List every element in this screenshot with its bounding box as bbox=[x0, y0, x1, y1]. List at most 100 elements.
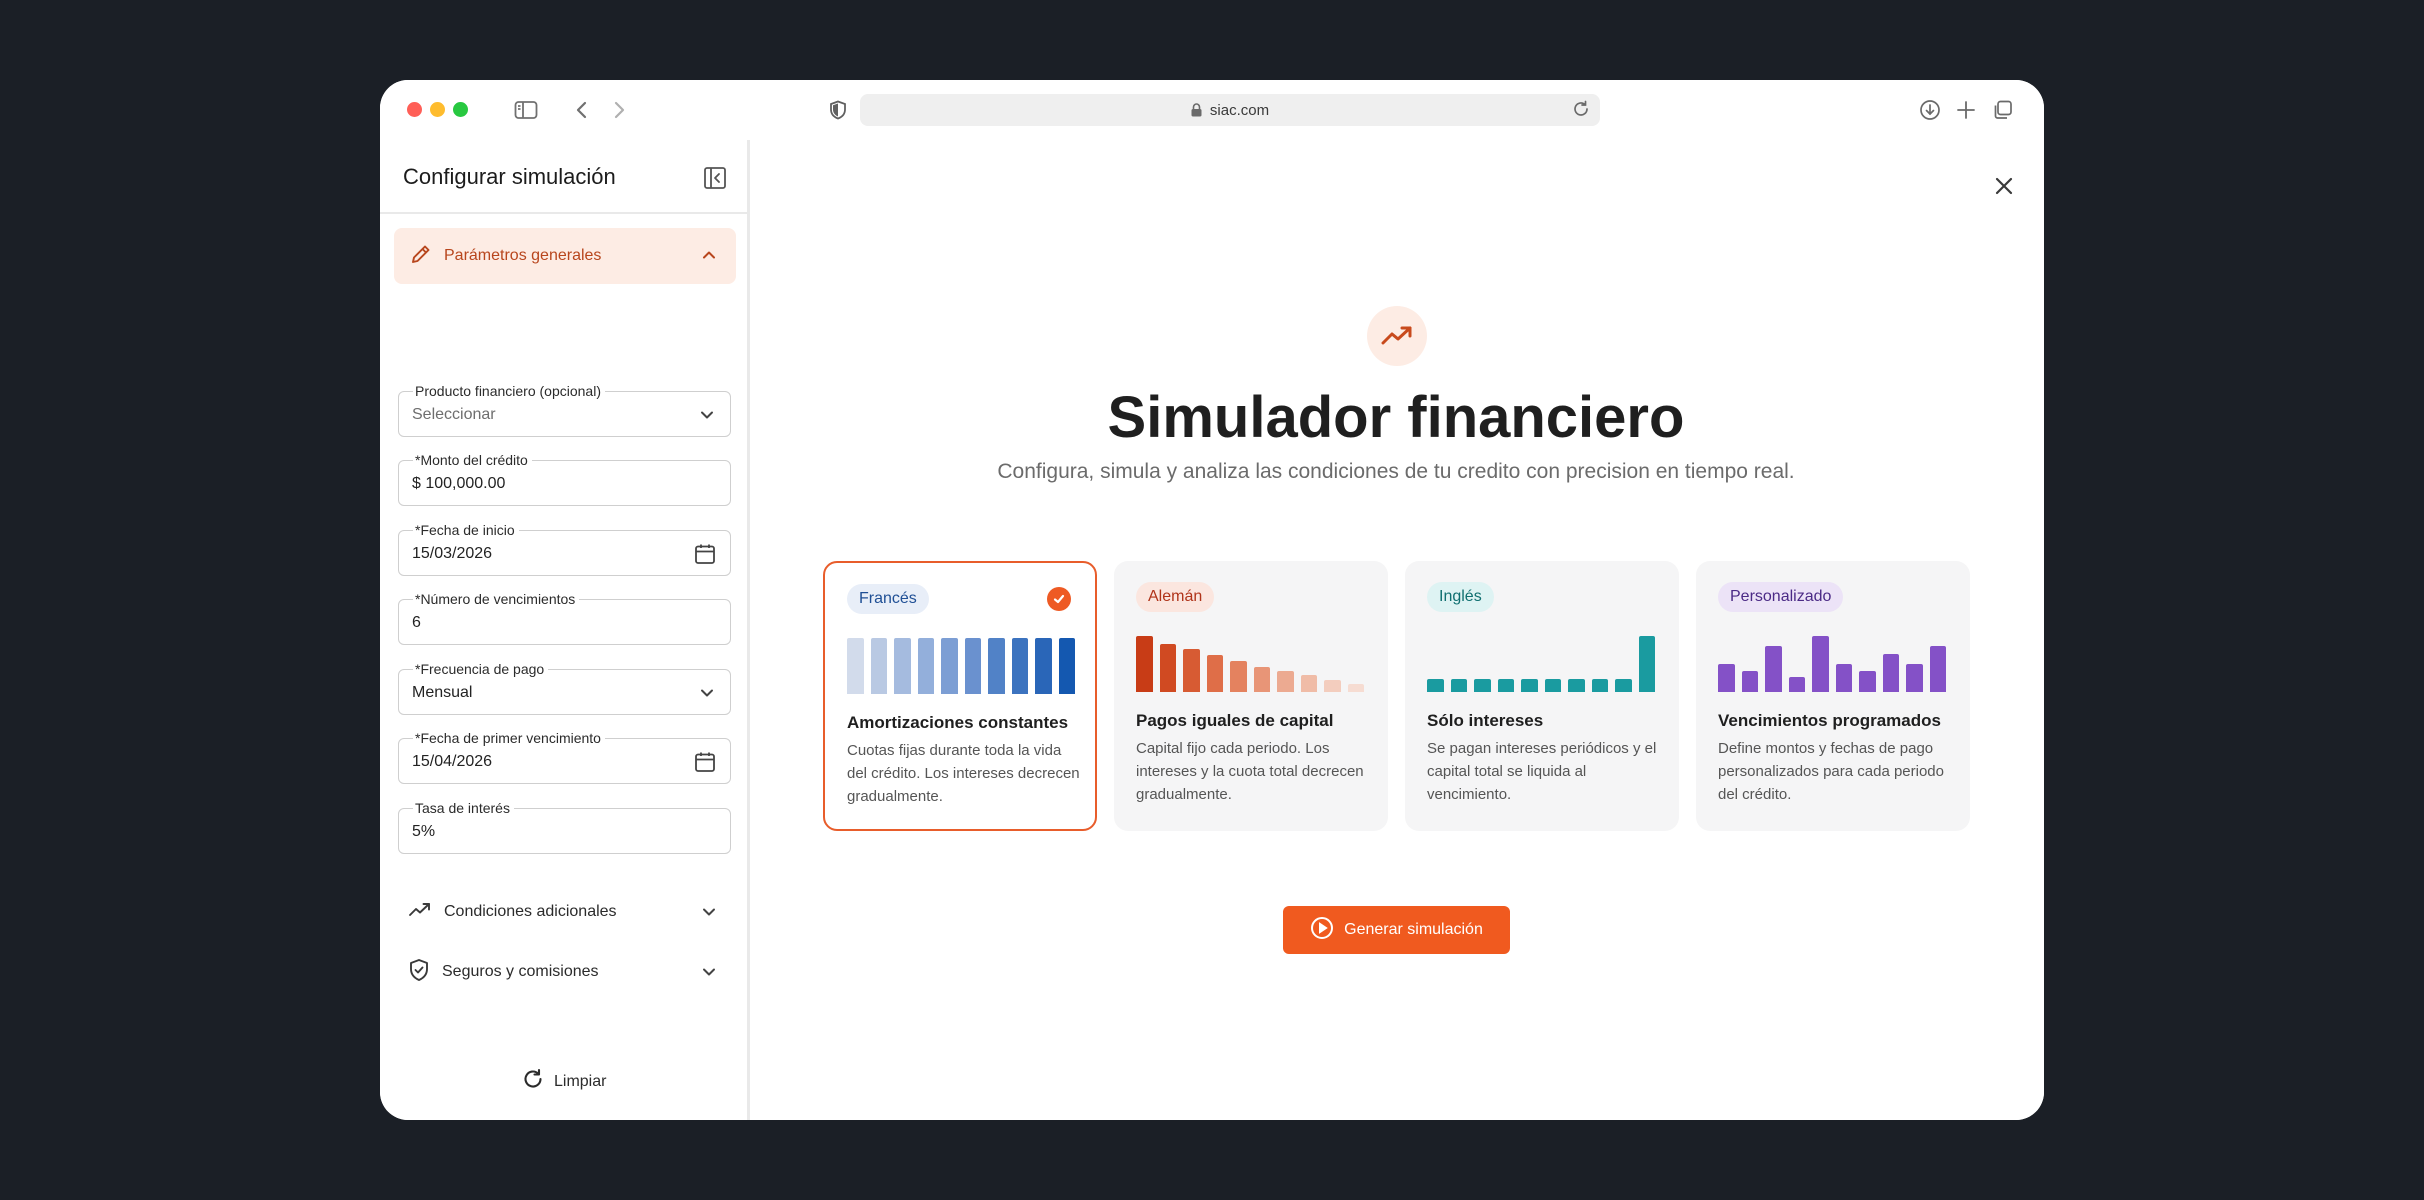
card-aleman[interactable]: Alemán Pagos iguales de capital Capital fi… bbox=[1114, 561, 1388, 831]
accordion-condiciones-adicionales[interactable]: Condiciones adicionales bbox=[408, 897, 718, 927]
mini-bar bbox=[941, 638, 958, 694]
trending-up-icon bbox=[1367, 306, 1427, 366]
mini-bar bbox=[1718, 664, 1735, 692]
mini-bar bbox=[1206, 655, 1223, 692]
mini-bar bbox=[1741, 670, 1758, 692]
clear-label: Limpiar bbox=[554, 1072, 607, 1090]
close-window-button[interactable] bbox=[407, 102, 422, 117]
mini-bar bbox=[1929, 646, 1946, 692]
page-subtitle: Configura, simula y analiza las condicio… bbox=[997, 460, 1795, 483]
collapse-sidebar-icon[interactable] bbox=[703, 166, 727, 195]
calendar-icon[interactable] bbox=[694, 751, 716, 778]
mini-bar bbox=[917, 638, 934, 694]
new-tab-icon[interactable] bbox=[1954, 98, 1978, 122]
mini-bar bbox=[964, 638, 981, 694]
tasa-label: Tasa de interés bbox=[413, 800, 514, 816]
generate-label: Generar simulación bbox=[1344, 921, 1483, 938]
fecha-inicio-input[interactable]: *Fecha de inicio 15/03/2026 bbox=[398, 522, 731, 576]
monto-label: *Monto del crédito bbox=[413, 452, 532, 468]
tasa-input[interactable]: Tasa de interés 5% bbox=[398, 800, 731, 854]
mini-bar-chart bbox=[1427, 636, 1655, 692]
mini-bar bbox=[847, 638, 864, 694]
card-title: Amortizaciones constantes bbox=[847, 713, 1069, 732]
card-frances[interactable]: Francés Amortizaciones constantes Cuotas f… bbox=[823, 561, 1097, 831]
privacy-shield-icon[interactable] bbox=[826, 98, 850, 122]
method-badge: Inglés bbox=[1427, 582, 1494, 612]
accordion-label: Seguros y comisiones bbox=[442, 963, 599, 980]
mini-bar bbox=[1347, 684, 1364, 692]
page-title: Simulador financiero bbox=[1107, 385, 1685, 450]
frecuencia-value: Mensual bbox=[412, 684, 473, 701]
maximize-window-button[interactable] bbox=[453, 102, 468, 117]
method-badge: Francés bbox=[847, 584, 929, 614]
card-ingles[interactable]: Inglés Sólo intereses Se pagan intereses p… bbox=[1405, 561, 1679, 831]
card-personalizado[interactable]: Personalizado Vencimientos programados Def… bbox=[1696, 561, 1970, 831]
reload-icon[interactable] bbox=[1572, 100, 1590, 122]
accordion-label: Parámetros generales bbox=[444, 247, 602, 264]
mini-bar bbox=[1835, 664, 1852, 692]
monto-input[interactable]: *Monto del crédito $ 100,000.00 bbox=[398, 452, 731, 506]
chevron-up-icon bbox=[700, 246, 718, 269]
accordion-seguros-comisiones[interactable]: Seguros y comisiones bbox=[408, 957, 718, 987]
mini-bar bbox=[1277, 670, 1294, 692]
primer-vencimiento-input[interactable]: *Fecha de primer vencimiento 15/04/2026 bbox=[398, 730, 731, 784]
mini-bar bbox=[1882, 653, 1899, 692]
mini-bar-chart bbox=[847, 638, 1075, 694]
mini-bar bbox=[1859, 670, 1876, 692]
clear-button[interactable]: Limpiar bbox=[522, 1068, 606, 1095]
forward-icon[interactable] bbox=[607, 98, 631, 122]
vencimientos-input[interactable]: *Número de vencimientos 6 bbox=[398, 591, 731, 645]
address-bar[interactable]: siac.com bbox=[860, 94, 1600, 126]
producto-select[interactable]: Producto financiero (opcional) Seleccion… bbox=[398, 383, 731, 437]
mini-bar bbox=[1035, 638, 1052, 694]
sidebar-header: Configurar simulación bbox=[380, 140, 747, 214]
mini-bar bbox=[1521, 678, 1538, 692]
mini-bar bbox=[1450, 678, 1467, 692]
method-badge: Personalizado bbox=[1718, 582, 1844, 612]
mini-bar bbox=[988, 638, 1005, 694]
calendar-icon[interactable] bbox=[694, 543, 716, 570]
vencimientos-label: *Número de vencimientos bbox=[413, 591, 580, 607]
refresh-icon bbox=[522, 1068, 544, 1095]
mini-bar bbox=[1474, 678, 1491, 692]
fecha-inicio-value: 15/03/2026 bbox=[412, 545, 493, 562]
card-description: Se pagan intereses periódicos y el capit… bbox=[1427, 740, 1657, 803]
mini-bar bbox=[894, 638, 911, 694]
frecuencia-label: *Frecuencia de pago bbox=[413, 661, 549, 677]
vencimientos-value: 6 bbox=[412, 614, 421, 631]
config-sidebar: Configurar simulación Parámetros general… bbox=[380, 140, 750, 1120]
back-icon[interactable] bbox=[570, 98, 594, 122]
sidebar-toggle-icon[interactable] bbox=[514, 98, 538, 122]
downloads-icon[interactable] bbox=[1918, 98, 1942, 122]
check-circle-icon bbox=[1047, 587, 1071, 611]
accordion-parametros-generales[interactable]: Parámetros generales bbox=[394, 228, 736, 284]
mini-bar bbox=[1300, 675, 1317, 692]
card-title: Vencimientos programados bbox=[1718, 711, 1941, 730]
browser-toolbar: siac.com bbox=[380, 80, 2044, 140]
play-circle-icon bbox=[1310, 916, 1334, 945]
trending-up-icon bbox=[408, 900, 432, 925]
url-text: siac.com bbox=[1209, 101, 1270, 119]
minimize-window-button[interactable] bbox=[430, 102, 445, 117]
mini-bar bbox=[1230, 660, 1247, 692]
frecuencia-select[interactable]: *Frecuencia de pago Mensual bbox=[398, 661, 731, 715]
mini-bar bbox=[1183, 649, 1200, 692]
sidebar-title: Configurar simulación bbox=[403, 164, 616, 189]
mini-bar bbox=[1765, 646, 1782, 692]
lock-icon bbox=[1191, 103, 1202, 117]
close-icon[interactable] bbox=[1992, 174, 2016, 203]
card-description: Define montos y fechas de pago personali… bbox=[1718, 740, 1944, 803]
card-description: Capital fijo cada periodo. Los intereses… bbox=[1136, 740, 1364, 803]
generate-simulation-button[interactable]: Generar simulación bbox=[1283, 906, 1510, 954]
shield-check-icon bbox=[408, 958, 430, 987]
chevron-down-icon bbox=[698, 406, 716, 429]
card-description: Cuotas fijas durante toda la vida del cr… bbox=[847, 742, 1080, 805]
mini-bar bbox=[1788, 677, 1805, 692]
mini-bar bbox=[1058, 638, 1075, 694]
method-badge: Alemán bbox=[1136, 582, 1215, 612]
mini-bar bbox=[1568, 678, 1585, 692]
chevron-down-icon bbox=[700, 963, 718, 986]
tab-overview-icon[interactable] bbox=[1991, 98, 2015, 122]
mini-bar bbox=[1136, 636, 1153, 692]
accordion-label: Condiciones adicionales bbox=[444, 903, 617, 920]
